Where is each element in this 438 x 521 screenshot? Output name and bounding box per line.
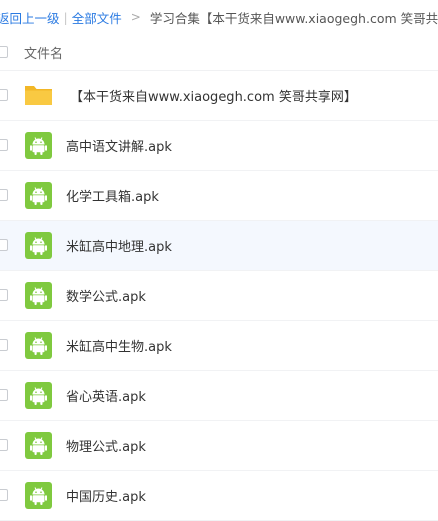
breadcrumb: 返回上一级 | 全部文件 > 学习合集【本干货来自www.xiaogegh.co… [0, 0, 438, 34]
android-icon [25, 232, 52, 259]
file-row[interactable]: 中国历史.apk [0, 471, 438, 521]
row-checkbox[interactable] [0, 239, 8, 251]
file-name[interactable]: 数学公式.apk [66, 286, 146, 305]
file-name[interactable]: 中国历史.apk [66, 486, 146, 505]
file-row[interactable]: 米缸高中地理.apk [0, 221, 438, 271]
file-row[interactable]: 数学公式.apk [0, 271, 438, 321]
file-name[interactable]: 化学工具箱.apk [66, 186, 159, 205]
file-name[interactable]: 【本干货来自www.xiaogegh.com 笑哥共享网】 [70, 86, 357, 105]
breadcrumb-separator: | [63, 9, 68, 25]
breadcrumb-current: 学习合集【本干货来自www.xiaogegh.com 笑哥共... [149, 10, 438, 26]
android-icon [25, 282, 52, 309]
folder-icon [25, 82, 52, 109]
chevron-right-icon: > [130, 10, 141, 24]
row-checkbox[interactable] [0, 89, 8, 101]
row-checkbox[interactable] [0, 439, 8, 451]
file-list: 【本干货来自www.xiaogegh.com 笑哥共享网】高中语文讲解.apk 化… [0, 71, 438, 521]
back-link[interactable]: 返回上一级 [0, 8, 60, 27]
file-row[interactable]: 物理公式.apk [0, 421, 438, 471]
android-icon [25, 382, 52, 409]
file-name[interactable]: 高中语文讲解.apk [66, 136, 172, 155]
row-checkbox[interactable] [0, 139, 8, 151]
file-name[interactable]: 省心英语.apk [66, 386, 146, 405]
file-row[interactable]: 米缸高中生物.apk [0, 321, 438, 371]
file-row[interactable]: 高中语文讲解.apk [0, 121, 438, 171]
list-header: 文件名 [0, 34, 438, 71]
row-checkbox[interactable] [0, 189, 8, 201]
file-row[interactable]: 化学工具箱.apk [0, 171, 438, 221]
select-all-checkbox[interactable] [0, 46, 8, 58]
android-icon [25, 482, 52, 509]
row-checkbox[interactable] [0, 339, 8, 351]
file-name[interactable]: 米缸高中地理.apk [66, 236, 172, 255]
column-header-filename[interactable]: 文件名 [24, 43, 63, 62]
row-checkbox[interactable] [0, 389, 8, 401]
file-row[interactable]: 省心英语.apk [0, 371, 438, 421]
android-icon [25, 182, 52, 209]
all-files-link[interactable]: 全部文件 [72, 8, 122, 27]
android-icon [25, 132, 52, 159]
file-name[interactable]: 米缸高中生物.apk [66, 336, 172, 355]
row-checkbox[interactable] [0, 289, 8, 301]
android-icon [25, 432, 52, 459]
android-icon [25, 332, 52, 359]
file-name[interactable]: 物理公式.apk [66, 436, 146, 455]
folder-row[interactable]: 【本干货来自www.xiaogegh.com 笑哥共享网】 [0, 71, 438, 121]
row-checkbox[interactable] [0, 489, 8, 501]
